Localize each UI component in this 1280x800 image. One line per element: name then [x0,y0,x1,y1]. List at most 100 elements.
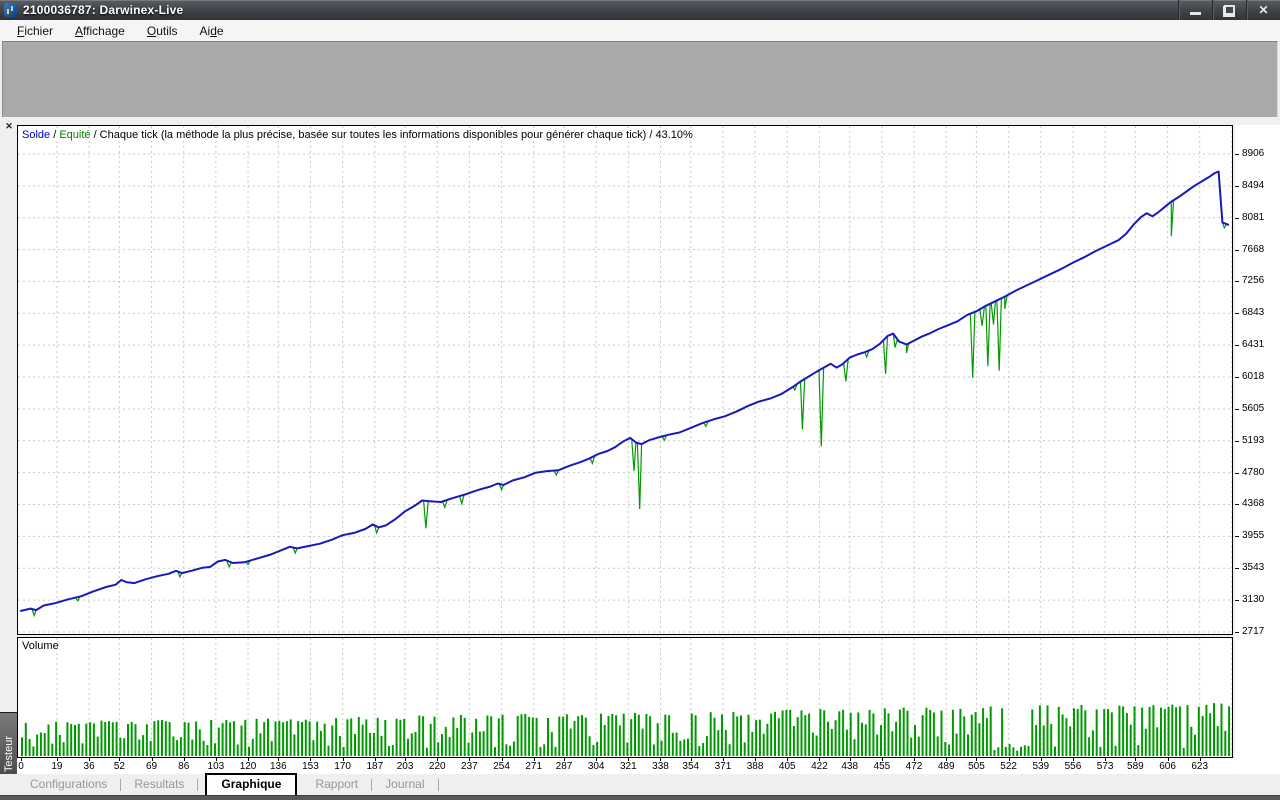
x-axis-label: 573 [1097,761,1114,772]
x-axis-label: 623 [1191,761,1208,772]
y-tick [1235,536,1239,537]
x-axis-label: 103 [208,761,225,772]
x-axis-label: 136 [270,761,287,772]
restore-icon [1224,6,1235,15]
y-axis: 8906849480817668725668436431601856055193… [1235,125,1280,773]
close-button[interactable]: ✕ [1246,0,1280,20]
y-axis-label: 6018 [1242,371,1264,382]
y-tick [1235,409,1239,410]
y-axis-label: 6843 [1242,307,1264,318]
tab-configurations[interactable]: Configurations [18,774,119,795]
tab-separator [197,779,198,791]
chart-header: Solde / Equité / Chaque tick (la méthode… [22,129,693,141]
y-axis-label: 3955 [1242,530,1264,541]
x-axis-label: 187 [366,761,383,772]
x-axis-label: 338 [652,761,669,772]
window-title: 2100036787: Darwinex-Live [23,3,183,17]
menu-item-aide[interactable]: Aide [189,22,235,40]
tester-close-icon[interactable]: ✕ [3,120,15,132]
x-axis-label: 220 [429,761,446,772]
y-tick [1235,345,1239,346]
balance-legend-label: Solde [22,129,50,141]
x-axis-label: 69 [146,761,157,772]
y-axis-label: 8081 [1242,212,1264,223]
x-axis-label: 321 [620,761,637,772]
header-separator: / [50,129,59,141]
y-tick [1235,441,1239,442]
window-bottom-edge [0,795,1280,800]
window-controls: ✕ [1178,0,1280,20]
x-axis-label: 120 [240,761,257,772]
balance-line [21,172,1228,611]
y-tick [1235,281,1239,282]
y-axis-label: 8494 [1242,180,1264,191]
x-axis-label: 472 [906,761,923,772]
y-axis-label: 3543 [1242,562,1264,573]
tab-resultats[interactable]: Resultats [122,774,196,795]
y-axis-label: 3130 [1242,594,1264,605]
minimize-icon [1190,12,1201,15]
menu-item-affichage[interactable]: Affichage [64,22,136,40]
y-axis-label: 8906 [1242,148,1264,159]
y-axis-label: 6431 [1242,339,1264,350]
y-tick [1235,377,1239,378]
y-axis-label: 7668 [1242,244,1264,255]
price-chart[interactable]: Solde / Equité / Chaque tick (la méthode… [17,125,1233,635]
tab-graphique[interactable]: Graphique [205,773,297,795]
tab-journal[interactable]: Journal [373,774,436,795]
title-bar[interactable]: 2100036787: Darwinex-Live ✕ [0,0,1280,20]
y-axis-label: 7256 [1242,275,1264,286]
menu-item-outils[interactable]: Outils [136,22,189,40]
x-axis-label: 489 [938,761,955,772]
x-axis-label: 505 [968,761,985,772]
tab-separator [371,779,372,791]
x-axis-label: 304 [588,761,605,772]
x-axis-label: 86 [178,761,189,772]
y-axis-label: 5605 [1242,403,1264,414]
x-axis-label: 237 [461,761,478,772]
y-tick [1235,632,1239,633]
x-axis-label: 422 [811,761,828,772]
x-axis-label: 388 [747,761,764,772]
x-axis-label: 0 [18,761,24,772]
tab-rapport[interactable]: Rapport [303,774,370,795]
x-axis-label: 556 [1065,761,1082,772]
minimize-button[interactable] [1178,0,1212,20]
y-tick [1235,250,1239,251]
tab-separator [438,779,439,791]
y-tick [1235,154,1239,155]
y-tick [1235,186,1239,187]
x-axis-label: 287 [556,761,573,772]
x-axis: 0 19 36 52 69 86 103 120 136 153 170 187 203 220 237 25… [17,758,1280,774]
x-axis-label: 606 [1159,761,1176,772]
y-tick [1235,473,1239,474]
close-icon: ✕ [1258,4,1268,16]
x-axis-label: 203 [397,761,414,772]
y-tick [1235,600,1239,601]
x-axis-label: 170 [334,761,351,772]
x-axis-label: 522 [1000,761,1017,772]
y-axis-label: 4368 [1242,498,1264,509]
tester-side-tab-label: Testeur [3,736,15,772]
y-tick [1235,504,1239,505]
x-axis-label: 36 [84,761,95,772]
x-axis-label: 19 [51,761,62,772]
volume-chart-svg [18,638,1232,757]
tester-panel: ✕ Solde / Equité / Chaque tick (la métho… [0,117,1280,800]
x-axis-label: 589 [1127,761,1144,772]
x-axis-label: 52 [114,761,125,772]
mdi-client-area [2,41,1278,117]
y-tick [1235,313,1239,314]
volume-chart[interactable]: Volume [17,637,1233,758]
y-tick [1235,218,1239,219]
x-axis-label: 271 [525,761,542,772]
price-chart-svg [18,126,1232,634]
x-axis-label: 539 [1032,761,1049,772]
x-axis-label: 254 [493,761,510,772]
menu-item-fichier[interactable]: Fichier [6,22,64,40]
restore-button[interactable] [1212,0,1246,20]
tab-separator [120,779,121,791]
header-description: / Chaque tick (la méthode la plus précis… [91,129,693,141]
equity-legend-label: Equité [59,129,90,141]
x-axis-label: 153 [302,761,319,772]
